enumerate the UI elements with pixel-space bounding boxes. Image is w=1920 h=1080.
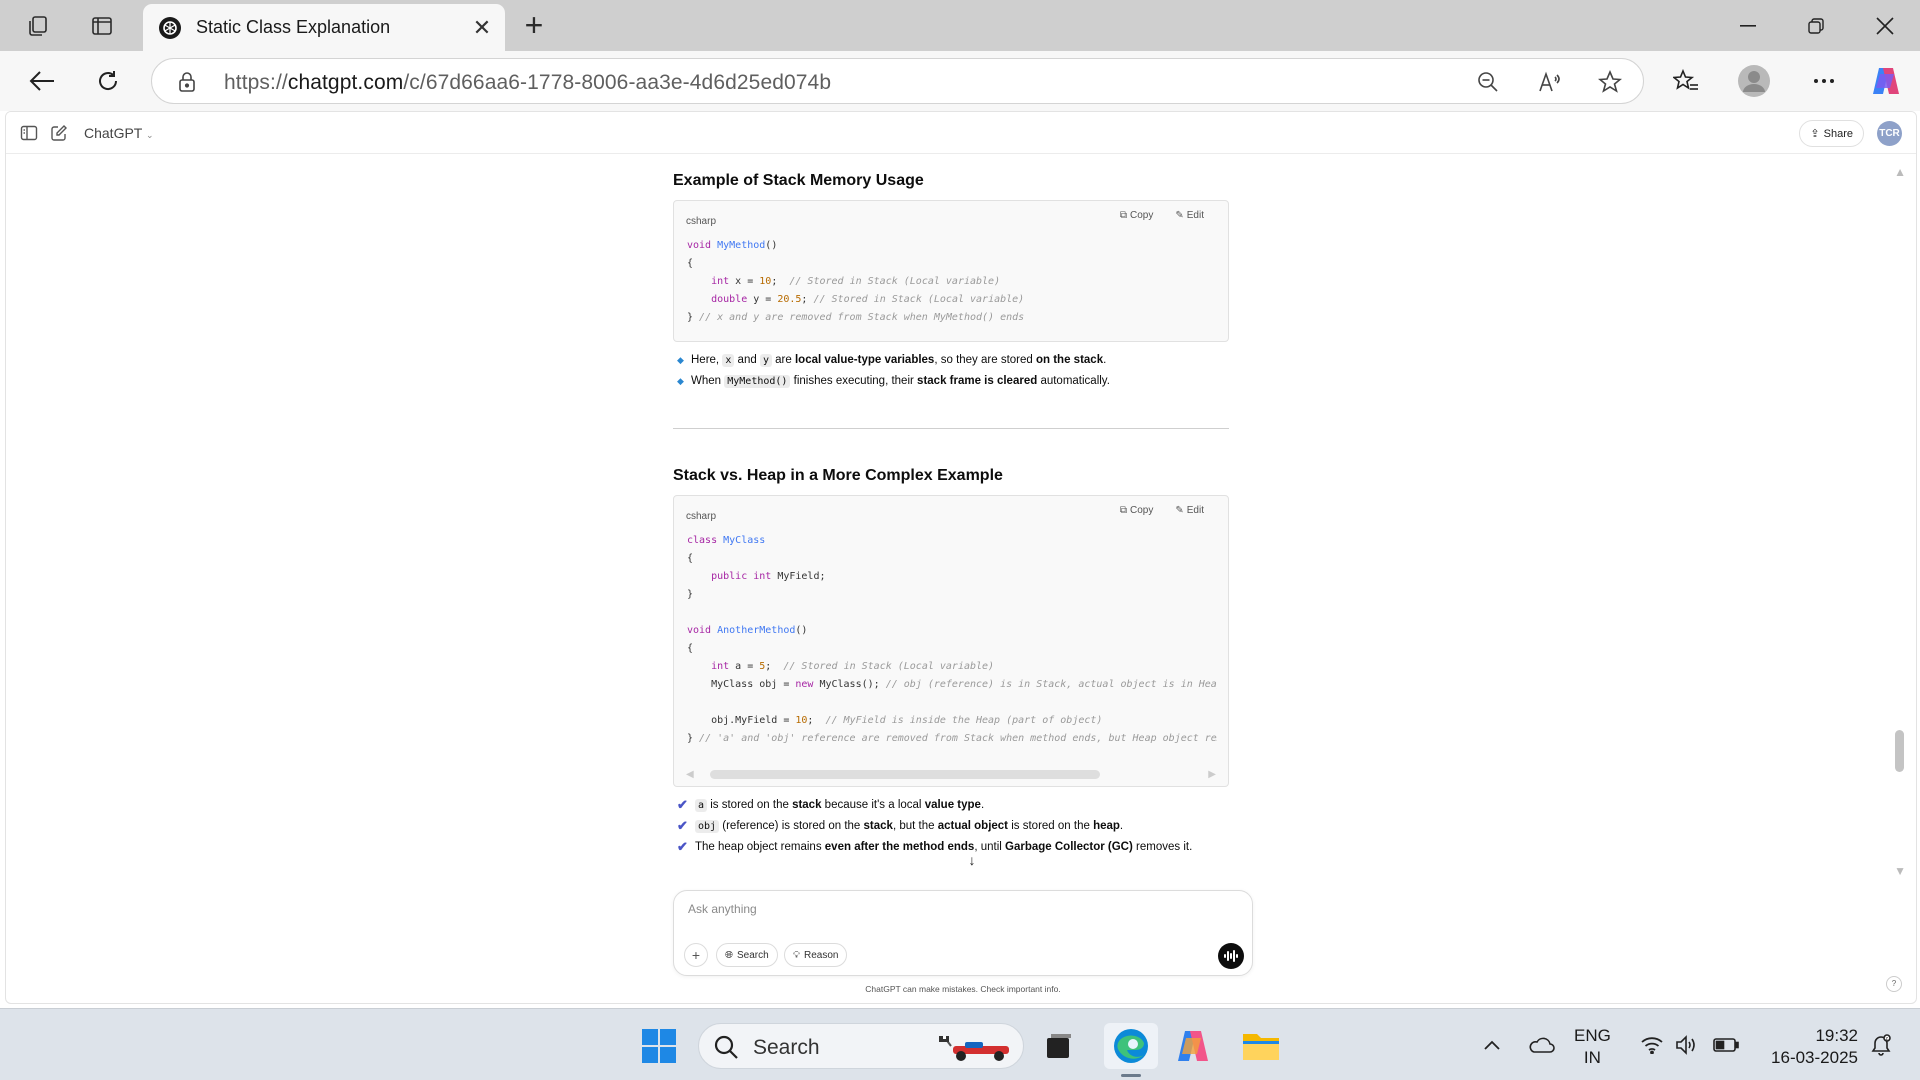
scroll-up-icon[interactable]: ▲ xyxy=(1894,165,1906,179)
close-window-icon[interactable] xyxy=(1855,8,1915,44)
list-item: ✔ The heap object remains even after the… xyxy=(677,838,1193,854)
chatgpt-page: ChatGPT ⌄ ⇪ Share TCR Example of Stack M… xyxy=(5,111,1917,1004)
search-icon xyxy=(714,1035,738,1059)
lightbulb-icon: 💡︎ xyxy=(793,949,800,961)
notifications-icon[interactable]: z xyxy=(1866,1009,1896,1080)
model-selector[interactable]: ChatGPT ⌄ xyxy=(84,125,154,141)
edit-icon: ✎ xyxy=(1175,505,1184,516)
diamond-bullet-icon: ◆ xyxy=(677,375,684,386)
restore-icon[interactable] xyxy=(1786,8,1846,44)
vertical-scrollbar-thumb[interactable] xyxy=(1895,730,1904,772)
share-button[interactable]: ⇪ Share xyxy=(1799,120,1864,147)
section-heading: Example of Stack Memory Usage xyxy=(673,172,924,189)
sidebar-toggle-icon[interactable] xyxy=(20,124,38,142)
section-heading: Stack vs. Heap in a More Complex Example xyxy=(673,467,1003,484)
edge-browser-icon[interactable] xyxy=(1104,1023,1158,1077)
copy-button[interactable]: ⧉ Copy xyxy=(1120,505,1154,516)
diamond-bullet-icon: ◆ xyxy=(677,354,684,365)
copilot-app-icon[interactable] xyxy=(1170,1023,1216,1069)
chat-composer[interactable]: Ask anything + 🌐︎ Search 💡︎ Reason xyxy=(673,890,1253,976)
start-windows-icon[interactable] xyxy=(636,1023,682,1069)
copy-icon: ⧉ xyxy=(1119,505,1128,516)
close-tab-icon[interactable]: ✕ xyxy=(467,15,497,41)
list-item: ◆ Here, x and y are local value-type var… xyxy=(677,353,1107,367)
input-language-indicator[interactable]: ENG IN xyxy=(1574,1025,1611,1069)
section-divider xyxy=(673,428,1229,429)
task-view-icon[interactable] xyxy=(1036,1023,1082,1069)
read-aloud-icon[interactable] xyxy=(1536,68,1564,96)
workspaces-icon[interactable] xyxy=(22,10,54,42)
copy-button[interactable]: ⧉ Copy xyxy=(1120,210,1154,221)
file-explorer-icon[interactable] xyxy=(1238,1023,1284,1069)
copy-icon: ⧉ xyxy=(1119,210,1128,221)
back-icon[interactable] xyxy=(24,63,60,99)
new-chat-icon[interactable] xyxy=(50,124,68,142)
reason-button[interactable]: 💡︎ Reason xyxy=(784,943,848,967)
minimize-icon[interactable] xyxy=(1718,8,1778,44)
scroll-down-arrow-icon[interactable]: ↓ xyxy=(964,852,980,868)
checklist: ✔ a is stored on the stack because it's … xyxy=(677,794,1192,857)
waveform-icon xyxy=(1224,950,1238,962)
zoom-out-icon[interactable] xyxy=(1474,68,1502,96)
list-item: ✔ a is stored on the stack because it's … xyxy=(677,796,985,812)
tab-title: Static Class Explanation xyxy=(196,17,391,37)
share-icon: ⇪ xyxy=(1810,128,1820,140)
code-text: void MyMethod() { int x = 10; // Stored … xyxy=(687,240,1025,323)
favorites-icon[interactable] xyxy=(1668,63,1704,99)
avatar[interactable]: TCR xyxy=(1877,121,1902,146)
help-icon[interactable]: ? xyxy=(1886,976,1902,992)
copilot-icon[interactable] xyxy=(1868,63,1904,99)
more-options-icon[interactable] xyxy=(1806,63,1842,99)
new-tab-button[interactable]: + xyxy=(516,8,552,44)
attach-plus-button[interactable]: + xyxy=(684,943,708,967)
explanation-list: ◆ Here, x and y are local value-type var… xyxy=(677,349,1110,391)
chevron-down-icon: ⌄ xyxy=(146,130,154,140)
scroll-left-icon[interactable]: ◀ xyxy=(686,769,694,780)
code-language: csharp xyxy=(686,511,717,522)
search-button[interactable]: 🌐︎ Search xyxy=(716,943,778,967)
show-hidden-icons-chevron-icon[interactable] xyxy=(1478,1009,1506,1080)
edit-icon: ✎ xyxy=(1175,210,1184,221)
system-clock[interactable]: 19:32 16-03-2025 xyxy=(1760,1025,1858,1069)
windows-taskbar: Search ENG IN 19:32 16-03-2025 z xyxy=(0,1008,1920,1080)
scrollbar-thumb[interactable] xyxy=(710,770,1100,779)
lock-icon[interactable] xyxy=(178,71,196,93)
share-label: Share xyxy=(1823,127,1853,140)
scroll-down-icon[interactable]: ▼ xyxy=(1894,864,1906,878)
code-block: csharp ⧉ Copy ✎ Edit void MyMethod() { int… xyxy=(673,200,1229,342)
volume-icon[interactable] xyxy=(1672,1009,1700,1080)
voice-mode-button[interactable] xyxy=(1218,943,1244,969)
chat-header: ChatGPT ⌄ ⇪ Share TCR xyxy=(6,112,1916,154)
disclaimer-text: ChatGPT can make mistakes. Check importa… xyxy=(865,984,1061,994)
code-language: csharp xyxy=(686,216,717,227)
profile-avatar-icon[interactable] xyxy=(1736,63,1772,99)
chatgpt-logo-icon xyxy=(159,16,181,39)
code-block: csharp ⧉ Copy ✎ Edit class MyClass { publi… xyxy=(673,495,1229,787)
wifi-icon[interactable] xyxy=(1638,1009,1666,1080)
search-highlight-race-car-icon xyxy=(939,1036,1009,1061)
check-icon: ✔ xyxy=(677,817,688,833)
address-bar[interactable]: https://chatgpt.com/c/67d66aa6-1778-8006… xyxy=(151,58,1644,104)
refresh-icon[interactable] xyxy=(90,63,126,99)
scroll-right-icon[interactable]: ▶ xyxy=(1208,769,1216,780)
prompt-input[interactable]: Ask anything xyxy=(688,902,757,916)
check-icon: ✔ xyxy=(677,838,688,854)
onedrive-cloud-icon[interactable] xyxy=(1524,1009,1558,1080)
horizontal-scrollbar[interactable]: ◀ ▶ xyxy=(686,768,1216,780)
battery-icon[interactable] xyxy=(1710,1009,1742,1080)
url-text: https://chatgpt.com/c/67d66aa6-1778-8006… xyxy=(224,71,832,94)
active-tab[interactable]: Static Class Explanation ✕ xyxy=(143,4,505,51)
code-text: class MyClass { public int MyField; } vo… xyxy=(687,535,1217,744)
favorite-star-icon[interactable] xyxy=(1596,68,1624,96)
edit-button[interactable]: ✎ Edit xyxy=(1175,505,1204,516)
edit-button[interactable]: ✎ Edit xyxy=(1175,210,1204,221)
list-item: ◆ When MyMethod() finishes executing, th… xyxy=(677,374,1110,388)
browser-tab-strip: Static Class Explanation ✕ + xyxy=(0,0,1920,51)
browser-toolbar: https://chatgpt.com/c/67d66aa6-1778-8006… xyxy=(0,51,1920,111)
globe-icon: 🌐︎ xyxy=(725,949,733,961)
list-item: ✔ obj (reference) is stored on the stack… xyxy=(677,817,1124,833)
taskbar-search[interactable]: Search xyxy=(698,1023,1024,1069)
tab-actions-icon[interactable] xyxy=(86,10,118,42)
check-icon: ✔ xyxy=(677,796,688,812)
